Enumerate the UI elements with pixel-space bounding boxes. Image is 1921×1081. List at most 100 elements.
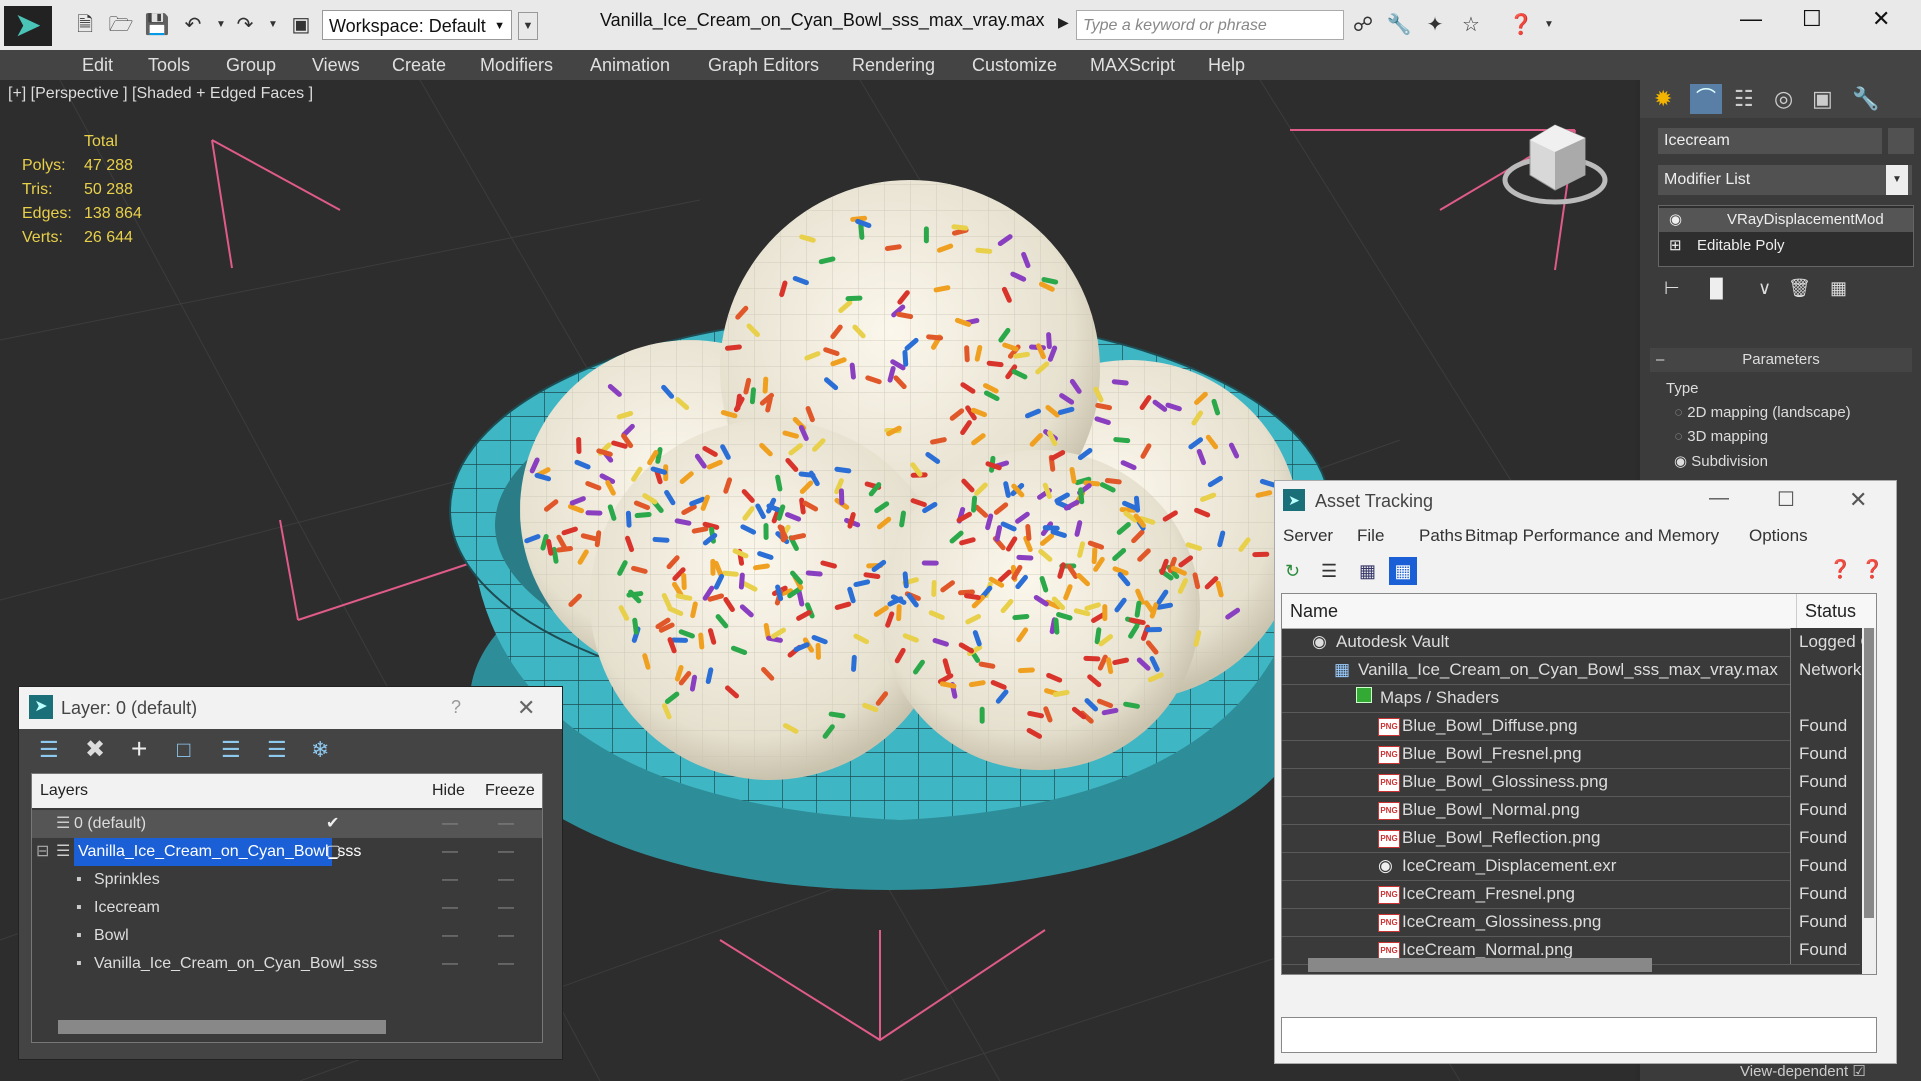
tools-icon[interactable]: 🔧: [1386, 12, 1412, 38]
asset-row[interactable]: Maps / Shaders: [1282, 684, 1869, 713]
configure-sets-icon[interactable]: ▦: [1830, 278, 1847, 299]
menu-modifiers[interactable]: Modifiers: [480, 55, 553, 76]
save-file-icon[interactable]: 💾: [144, 12, 170, 38]
stack-item-vray-displacement[interactable]: ◉ VRayDisplacementMod: [1659, 208, 1913, 232]
pin-stack-icon[interactable]: ⊢: [1664, 278, 1680, 299]
layer-scrollbar[interactable]: [58, 1020, 386, 1034]
select-objects-icon[interactable]: □: [177, 737, 190, 763]
current-layer-check-icon[interactable]: ✔: [326, 810, 339, 838]
hide-toggle-icon[interactable]: —: [442, 838, 458, 866]
hide-toggle-icon[interactable]: —: [442, 866, 458, 894]
radio-2d-mapping[interactable]: ○ 2D mapping (landscape): [1674, 404, 1851, 421]
object-color-swatch[interactable]: [1888, 128, 1914, 154]
vault-help-icon[interactable]: ❓: [1861, 559, 1883, 580]
asset-row[interactable]: PNG Blue_Bowl_Reflection.png Found: [1282, 824, 1869, 853]
show-end-result-icon[interactable]: █: [1710, 278, 1723, 299]
asset-horizontal-scrollbar[interactable]: [1308, 958, 1652, 972]
asset-row[interactable]: PNG Blue_Bowl_Normal.png Found: [1282, 796, 1869, 825]
column-header-layers[interactable]: Layers: [40, 774, 88, 808]
layer-dialog-titlebar[interactable]: ➤ Layer: 0 (default) ? ✕: [19, 687, 562, 729]
layer-row[interactable]: ⊟ ☰ Vanilla_Ice_Cream_on_Cyan_Bowl_sss ▢ — —: [32, 838, 542, 866]
view-dependent-checkbox[interactable]: View-dependent ☑: [1740, 1062, 1866, 1080]
menu-rendering[interactable]: Rendering: [852, 55, 935, 76]
freeze-toggle-icon[interactable]: —: [498, 810, 514, 838]
highlight-selected-icon[interactable]: ☰: [221, 737, 241, 763]
hide-toggle-icon[interactable]: —: [442, 922, 458, 950]
viewport-label[interactable]: [+] [Perspective ] [Shaded + Edged Faces…: [8, 85, 313, 103]
layer-object-row[interactable]: ▪ Bowl — —: [32, 922, 542, 950]
asset-path-field[interactable]: [1281, 1017, 1877, 1053]
detail-view-icon[interactable]: ▦: [1359, 561, 1376, 582]
menu-group[interactable]: Group: [226, 55, 276, 76]
utilities-tab-icon[interactable]: 🔧: [1852, 86, 1879, 112]
undo-icon[interactable]: ↶: [180, 12, 206, 38]
maximize-icon[interactable]: ☐: [1802, 6, 1822, 32]
freeze-toggle-icon[interactable]: —: [498, 838, 514, 866]
light-bulb-icon[interactable]: ◉: [1669, 208, 1682, 232]
menu-customize[interactable]: Customize: [972, 55, 1057, 76]
layer-object-row[interactable]: ▪ Sprinkles — —: [32, 866, 542, 894]
collapse-minus-icon[interactable]: ⊟: [36, 838, 49, 866]
search-expand-icon[interactable]: ▶: [1058, 14, 1069, 31]
new-file-icon[interactable]: 🗎: [72, 12, 98, 38]
hide-toggle-icon[interactable]: —: [442, 810, 458, 838]
parameters-rollout-header[interactable]: – Parameters: [1650, 348, 1912, 372]
help-dropdown-icon[interactable]: ▼: [1536, 12, 1562, 38]
expand-plus-icon[interactable]: ⊞: [1669, 234, 1682, 258]
list-view-icon[interactable]: ☰: [1321, 561, 1337, 582]
menu-options[interactable]: Options: [1749, 521, 1808, 551]
menu-file[interactable]: File: [1357, 521, 1384, 551]
freeze-toggle-icon[interactable]: —: [498, 894, 514, 922]
asset-vertical-scrollbar[interactable]: [1862, 628, 1876, 974]
table-view-icon[interactable]: ▦: [1389, 557, 1417, 585]
add-to-layer-icon[interactable]: +: [131, 733, 147, 765]
scrollbar-thumb[interactable]: [1864, 628, 1874, 918]
delete-layer-icon[interactable]: ✖: [85, 735, 105, 764]
asset-row[interactable]: ◉ IceCream_Displacement.exr Found: [1282, 852, 1869, 881]
modifier-list-dropdown[interactable]: Modifier List ▼: [1658, 165, 1912, 195]
binoculars-icon[interactable]: ☍: [1350, 12, 1376, 38]
project-icon[interactable]: ▣: [288, 12, 314, 38]
asset-row[interactable]: ◉ Autodesk Vault Logged O: [1282, 628, 1869, 657]
menu-server[interactable]: Server: [1283, 521, 1333, 551]
open-file-icon[interactable]: 🗁: [108, 12, 134, 38]
column-header-hide[interactable]: Hide: [432, 774, 465, 808]
asset-row[interactable]: ▦ Vanilla_Ice_Cream_on_Cyan_Bowl_sss_max_…: [1282, 656, 1869, 685]
create-tab-icon[interactable]: ✹: [1654, 86, 1672, 112]
asset-row[interactable]: PNG Blue_Bowl_Fresnel.png Found: [1282, 740, 1869, 769]
radio-subdivision[interactable]: ◉ Subdivision: [1674, 452, 1768, 470]
minimize-icon[interactable]: —: [1740, 6, 1762, 32]
current-layer-toggle-icon[interactable]: ▢: [326, 838, 341, 866]
freeze-toggle-icon[interactable]: —: [498, 866, 514, 894]
object-name-field[interactable]: Icecream: [1658, 128, 1882, 154]
hide-toggle-icon[interactable]: —: [442, 950, 458, 978]
motion-tab-icon[interactable]: ◎: [1774, 86, 1793, 112]
app-logo-icon[interactable]: ➤: [4, 6, 52, 46]
asset-row[interactable]: PNG Blue_Bowl_Diffuse.png Found: [1282, 712, 1869, 741]
redo-dropdown-icon[interactable]: ▼: [260, 12, 286, 38]
favorites-star-icon[interactable]: ☆: [1458, 12, 1484, 38]
freeze-toggle-icon[interactable]: —: [498, 922, 514, 950]
menu-graph-editors[interactable]: Graph Editors: [708, 55, 819, 76]
menu-create[interactable]: Create: [392, 55, 446, 76]
close-icon[interactable]: ✕: [1872, 6, 1890, 32]
asset-row[interactable]: PNG IceCream_Glossiness.png Found: [1282, 908, 1869, 937]
communication-icon[interactable]: ✦: [1422, 12, 1448, 38]
hide-layers-icon[interactable]: ☰: [267, 737, 287, 763]
radio-3d-mapping[interactable]: ○ 3D mapping: [1674, 428, 1768, 445]
layer-object-row[interactable]: ▪ Icecream — —: [32, 894, 542, 922]
menu-help[interactable]: Help: [1208, 55, 1245, 76]
maximize-icon[interactable]: ☐: [1777, 487, 1795, 512]
minimize-icon[interactable]: —: [1709, 487, 1729, 510]
asset-row[interactable]: PNG Blue_Bowl_Glossiness.png Found: [1282, 768, 1869, 797]
menu-tools[interactable]: Tools: [148, 55, 190, 76]
redo-icon[interactable]: ↷: [232, 12, 258, 38]
menu-views[interactable]: Views: [312, 55, 360, 76]
close-icon[interactable]: ✕: [1849, 487, 1867, 513]
refresh-icon[interactable]: ↻: [1285, 561, 1300, 582]
close-icon[interactable]: ✕: [517, 695, 535, 721]
view-cube[interactable]: [1502, 124, 1608, 205]
menu-paths[interactable]: Paths: [1419, 521, 1462, 551]
workspace-menu-button[interactable]: ▼: [518, 12, 538, 40]
help-icon[interactable]: ❓: [1829, 559, 1851, 580]
